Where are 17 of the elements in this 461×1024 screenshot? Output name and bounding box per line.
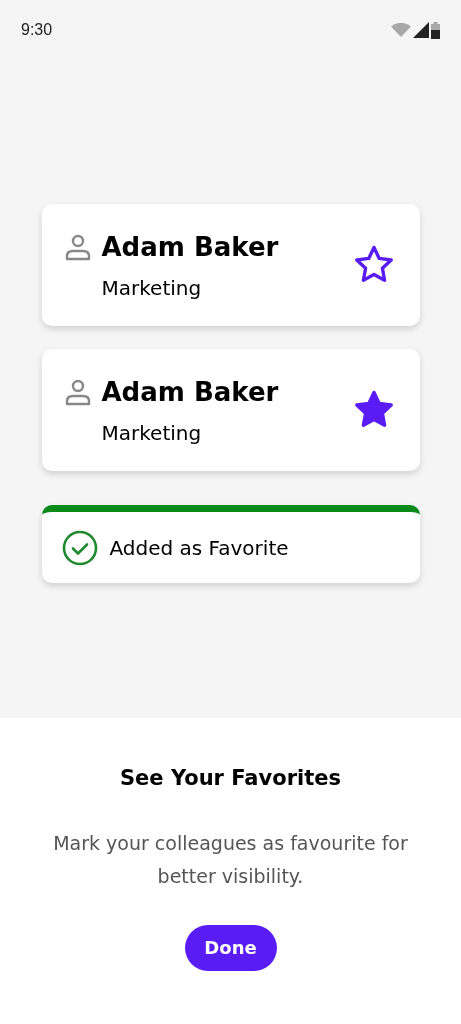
contact-card[interactable]: Adam Baker Marketing [41,349,420,471]
person-icon [63,233,92,261]
battery-icon [431,21,440,39]
contact-card[interactable]: Adam Baker Marketing [41,204,420,326]
contact-department: Marketing [101,419,203,447]
sheet-title: See Your Favorites [120,765,341,792]
contact-name: Adam Baker [101,375,279,409]
toast-message: Added as Favorite [109,534,289,562]
contact-name: Adam Baker [101,230,279,264]
person-icon [63,378,92,406]
wifi-icon [391,23,411,37]
sheet-description: Mark your colleagues as favourite for better visibility. [52,830,409,889]
signal-icon [413,22,429,38]
done-button[interactable]: Done [184,924,277,971]
contact-department: Marketing [101,274,203,302]
check-circle-icon [61,529,98,566]
status-time: 9:30 [21,20,53,40]
